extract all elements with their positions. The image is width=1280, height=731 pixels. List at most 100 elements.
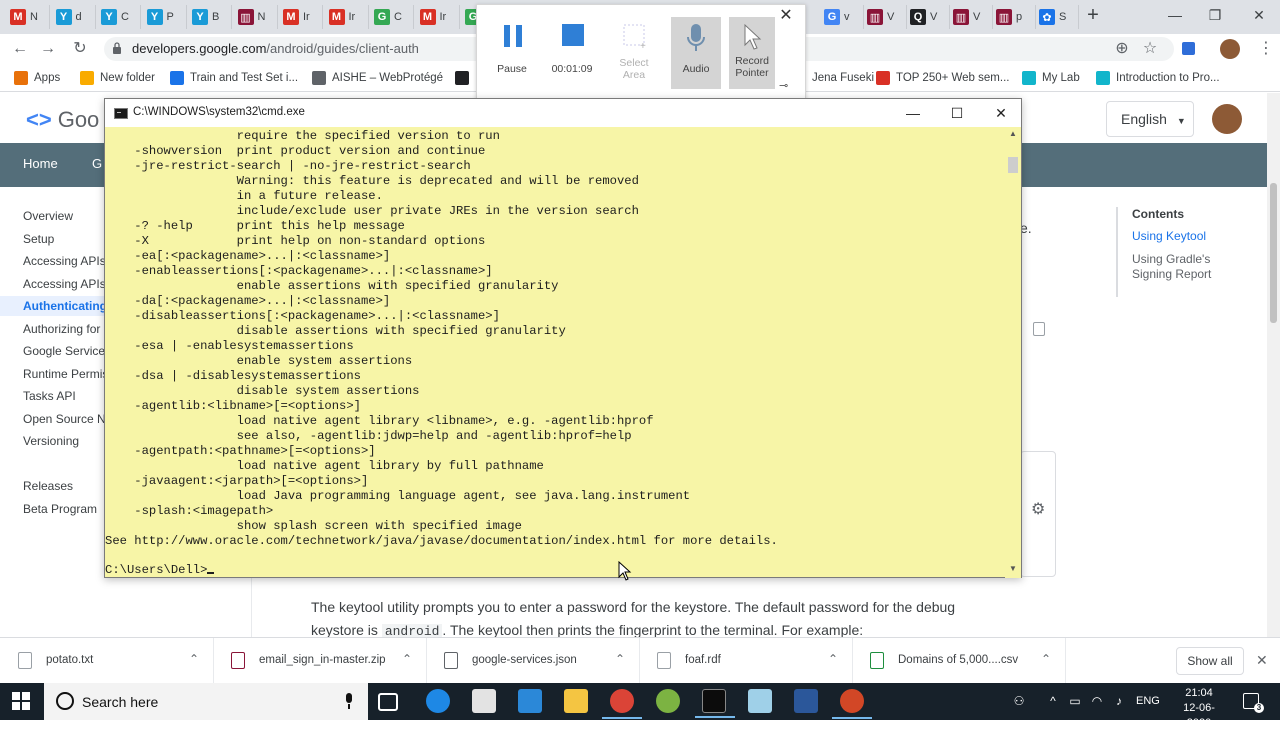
browser-tab[interactable]: Gv (820, 5, 864, 29)
browser-tab[interactable]: GC (370, 5, 414, 29)
chevron-up-icon[interactable]: ⌃ (615, 652, 625, 666)
cmd-title-bar[interactable]: C:\WINDOWS\system32\cmd.exe — ☐ ✕ (105, 99, 1021, 127)
cmd-minimize-icon[interactable]: — (891, 99, 935, 127)
download-item[interactable]: potato.txt ⌃ (0, 638, 214, 684)
bookmark-item[interactable]: Apps (14, 70, 60, 86)
people-icon[interactable]: ⚇ (1012, 694, 1026, 708)
cmd-close-icon[interactable]: ✕ (979, 99, 1023, 127)
new-tab-button[interactable]: + (1083, 5, 1103, 26)
browser-tab[interactable]: Yd (52, 5, 96, 29)
download-item[interactable]: email_sign_in-master.zip ⌃ (213, 638, 427, 684)
cmd-prompt[interactable]: C:\Users\Dell> (105, 563, 215, 578)
browser-tab[interactable]: MN (6, 5, 50, 29)
browser-tab[interactable]: YP (143, 5, 187, 29)
add-circle-icon[interactable]: ⊕ (1112, 39, 1132, 59)
browser-tab[interactable]: M Ir (325, 5, 369, 29)
mail-icon[interactable] (518, 689, 542, 713)
browser-tab[interactable]: ▥ V (863, 5, 907, 29)
scroll-up-icon[interactable]: ▲ (1009, 129, 1017, 138)
forward-arrow-icon[interactable]: → (38, 39, 58, 59)
bookmark-item[interactable]: New folder (80, 70, 155, 86)
extension-icon[interactable] (1182, 42, 1195, 55)
store-icon[interactable] (472, 689, 496, 713)
sidebar-nav-item[interactable]: Beta Program (23, 502, 97, 516)
sidebar-nav-item[interactable]: Runtime Permis (23, 367, 108, 381)
restore-icon[interactable]: ❐ (1200, 4, 1230, 26)
download-item[interactable]: Domains of 5,000....csv ⌃ (852, 638, 1066, 684)
browser-tab[interactable]: ▥ N (234, 5, 278, 29)
chrome-icon[interactable] (602, 689, 642, 719)
browser-tab[interactable]: YB (188, 5, 232, 29)
cmd-taskbar-icon[interactable] (695, 689, 735, 718)
bookmark-item[interactable]: My Lab (1022, 70, 1080, 86)
bookmark-item[interactable]: Jena Fuseki (806, 70, 874, 86)
nav-home[interactable]: Home (23, 156, 58, 171)
record-pointer-button[interactable]: Record Pointer (729, 17, 775, 89)
chevron-up-icon[interactable]: ⌃ (828, 652, 838, 666)
browser-tab[interactable]: ✿ S (1035, 5, 1079, 29)
menu-kebab-icon[interactable]: ⋮ (1256, 39, 1276, 59)
volume-icon[interactable]: ♪ (1112, 694, 1126, 708)
bookmark-item[interactable]: AISHE – WebProtégé (312, 70, 443, 86)
google-developers-logo[interactable]: <> Goo (26, 107, 99, 133)
select-area-button[interactable]: + Select Area (609, 17, 659, 81)
browser-tab[interactable]: M Ir (416, 5, 460, 29)
nav-guides[interactable]: G (92, 156, 102, 171)
sidebar-nav-item[interactable]: Releases (23, 479, 73, 493)
sidebar-nav-item[interactable]: Accessing APIs (23, 277, 106, 291)
chevron-up-icon[interactable]: ⌃ (402, 652, 412, 666)
language-select[interactable]: English ▼ (1106, 101, 1194, 137)
cmd-output[interactable]: require the specified version to run -sh… (105, 127, 1005, 578)
star-icon[interactable]: ☆ (1140, 39, 1160, 59)
chevron-up-icon[interactable]: ⌃ (1041, 652, 1051, 666)
downloads-close-icon[interactable]: ✕ (1256, 652, 1268, 669)
close-icon[interactable]: ✕ (1244, 4, 1274, 26)
taskbar-search[interactable]: Search here (44, 683, 368, 720)
sidebar-nav-item[interactable]: Google Service (23, 344, 105, 358)
taskbar-clock[interactable]: 21:04 12-06-2020 (1173, 686, 1225, 731)
cmd-scroll-thumb[interactable] (1008, 157, 1018, 173)
word-icon[interactable] (794, 689, 818, 713)
powerpoint-icon[interactable] (832, 689, 872, 719)
recorder-close-icon[interactable]: ✕ (779, 8, 793, 24)
theme-toggle-icon[interactable]: ⚙ (1031, 502, 1047, 518)
account-avatar[interactable] (1212, 104, 1242, 134)
browser-tab[interactable]: ▥ p (992, 5, 1036, 29)
wifi-icon[interactable]: ◠ (1090, 694, 1104, 708)
show-all-button[interactable]: Show all (1176, 647, 1244, 675)
stop-button[interactable]: 00:01:09 (547, 17, 597, 81)
cmd-window[interactable]: C:\WINDOWS\system32\cmd.exe — ☐ ✕ requir… (104, 98, 1022, 578)
toc-item-gradle[interactable]: Using Gradle's Signing Report (1132, 252, 1232, 282)
browser-tab[interactable]: ▥ V (949, 5, 993, 29)
sidebar-nav-item[interactable]: Setup (23, 232, 54, 246)
page-scrollbar[interactable] (1267, 93, 1280, 637)
chevron-up-icon[interactable]: ⌃ (189, 652, 199, 666)
android-studio-icon[interactable] (656, 689, 680, 713)
browser-tab[interactable]: QV (906, 5, 950, 29)
copy-icon[interactable] (1033, 322, 1045, 336)
sidebar-nav-item[interactable]: Open Source N (23, 412, 106, 426)
sidebar-nav-item[interactable]: Versioning (23, 434, 79, 448)
edge-icon[interactable] (426, 689, 450, 713)
bookmark-item[interactable]: TOP 250+ Web sem... (876, 70, 1009, 86)
taskbar-mic-icon[interactable] (344, 693, 354, 709)
notepad-icon[interactable] (748, 689, 772, 713)
download-item[interactable]: google-services.json ⌃ (426, 638, 640, 684)
back-arrow-icon[interactable]: ← (10, 39, 30, 59)
toc-item-keytool[interactable]: Using Keytool (1132, 229, 1232, 244)
sidebar-nav-item[interactable]: Tasks API (23, 389, 76, 403)
sidebar-nav-item[interactable]: Accessing APIs (23, 254, 106, 268)
file-explorer-icon[interactable] (564, 689, 588, 713)
scroll-down-icon[interactable]: ▼ (1009, 564, 1017, 573)
download-item[interactable]: foaf.rdf ⌃ (639, 638, 853, 684)
battery-icon[interactable]: ▭ (1068, 694, 1082, 708)
sidebar-nav-item[interactable]: Overview (23, 209, 73, 223)
pin-icon[interactable]: ⊸ (779, 79, 788, 92)
audio-button[interactable]: Audio (671, 17, 721, 89)
pause-button[interactable]: Pause (487, 17, 537, 81)
profile-avatar[interactable] (1220, 39, 1240, 59)
sidebar-nav-item[interactable]: Authenticating (23, 299, 107, 313)
cmd-maximize-icon[interactable]: ☐ (935, 99, 979, 127)
browser-tab[interactable]: M Ir (279, 5, 323, 29)
task-view-icon[interactable] (378, 693, 398, 711)
